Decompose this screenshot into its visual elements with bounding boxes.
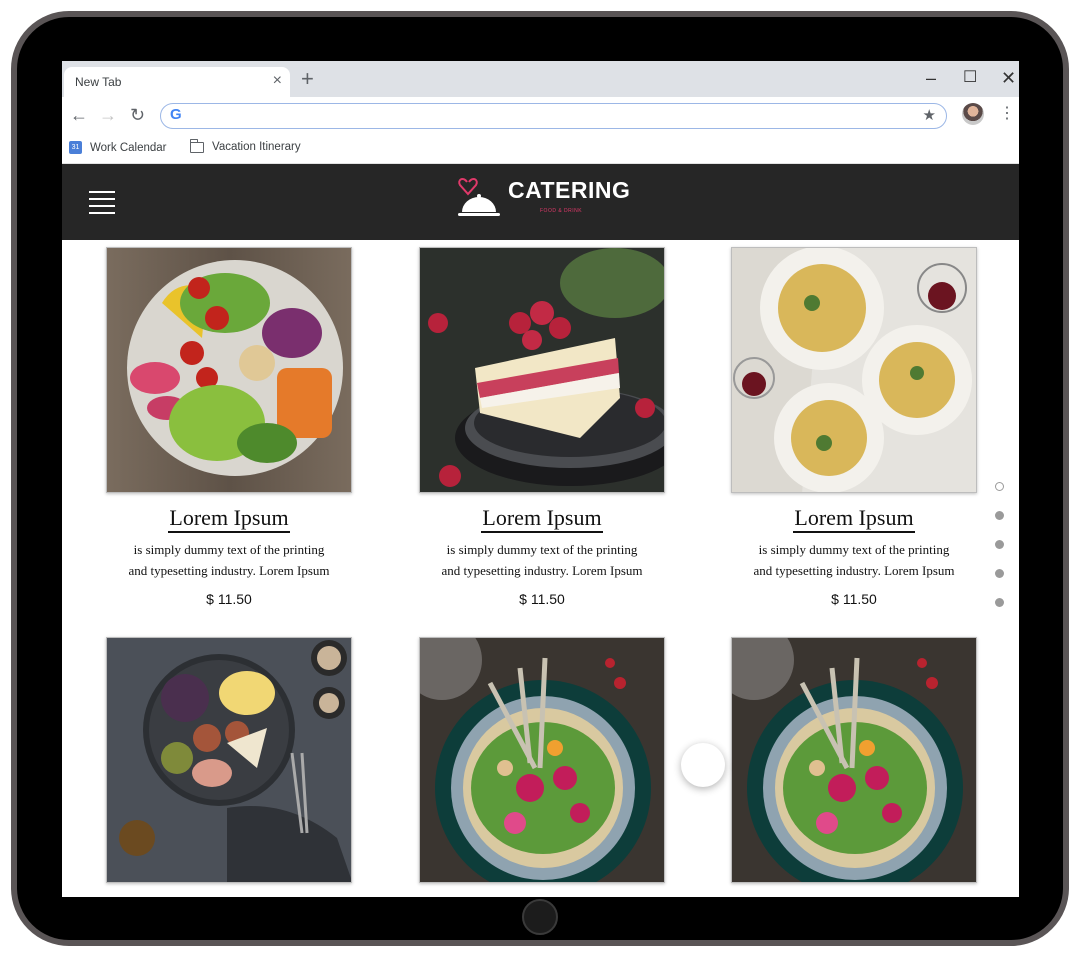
brand-tagline: FOOD & DRINK: [540, 208, 583, 214]
screen: New Tab × + – ☐ ✕ ← → ↻ G ★ ⋮ 31 Work Ca…: [62, 61, 1019, 897]
hamburger-menu-icon[interactable]: [89, 191, 115, 214]
bookmark-label: Vacation Itinerary: [212, 141, 301, 153]
maximize-button[interactable]: ☐: [963, 67, 977, 89]
bookmarks-bar: 31 Work Calendar Vacation Itinerary: [62, 135, 1019, 164]
site-header: CATERING FOOD & DRINK: [62, 164, 1019, 240]
product-card[interactable]: [731, 637, 977, 883]
reload-button[interactable]: ↻: [130, 105, 145, 125]
product-price: $ 11.50: [206, 591, 252, 607]
calendar-icon: 31: [69, 141, 82, 154]
back-button[interactable]: ←: [70, 105, 88, 125]
pagination-dot[interactable]: [995, 482, 1004, 491]
pagination-dot[interactable]: [995, 569, 1004, 578]
product-description: is simply dummy text of the printing and …: [753, 542, 955, 578]
product-title[interactable]: Lorem Ipsum: [731, 505, 977, 533]
pagination-dot[interactable]: [995, 540, 1004, 549]
hummus-bowl-image[interactable]: [419, 637, 665, 883]
folder-icon: [189, 138, 204, 153]
tab-close-icon[interactable]: ×: [273, 72, 282, 90]
product-card[interactable]: Lorem Ipsum is simply dummy text of the …: [419, 247, 665, 607]
product-title[interactable]: Lorem Ipsum: [106, 505, 352, 533]
floating-action-button[interactable]: [681, 743, 725, 787]
pagination-dot[interactable]: [995, 598, 1004, 607]
raspberry-cake-image[interactable]: [419, 247, 665, 493]
product-card[interactable]: [419, 637, 665, 883]
close-window-button[interactable]: ✕: [1001, 67, 1016, 89]
product-description: is simply dummy text of the printing and …: [441, 542, 643, 578]
product-price: $ 11.50: [831, 591, 877, 607]
tab-strip: New Tab × + – ☐ ✕: [62, 61, 1019, 97]
browser-menu-icon[interactable]: ⋮: [999, 104, 1015, 124]
profile-avatar[interactable]: [962, 103, 984, 125]
cloche-logo-icon: [458, 178, 500, 216]
product-title[interactable]: Lorem Ipsum: [419, 505, 665, 533]
product-description: is simply dummy text of the printing and …: [128, 542, 330, 578]
minimize-button[interactable]: –: [926, 67, 936, 89]
new-tab-button[interactable]: +: [301, 67, 314, 91]
product-card[interactable]: Lorem Ipsum is simply dummy text of the …: [106, 247, 352, 607]
google-icon: G: [170, 106, 182, 123]
product-price: $ 11.50: [519, 591, 565, 607]
tab-title: New Tab: [75, 75, 122, 89]
bookmark-label: Work Calendar: [90, 141, 167, 154]
cheese-fruit-platter-image[interactable]: [106, 637, 352, 883]
pasta-plates-image[interactable]: [731, 247, 977, 493]
pagination-dots: [995, 482, 1004, 627]
product-card[interactable]: Lorem Ipsum is simply dummy text of the …: [731, 247, 977, 607]
product-card[interactable]: [106, 637, 352, 883]
browser-tab[interactable]: New Tab ×: [64, 67, 290, 97]
bookmark-vacation-itinerary[interactable]: Vacation Itinerary: [189, 138, 301, 153]
brand-name: CATERING: [508, 177, 631, 203]
home-button[interactable]: [522, 899, 558, 935]
pagination-dot[interactable]: [995, 511, 1004, 520]
hummus-bowl-image[interactable]: [731, 637, 977, 883]
bookmark-star-icon[interactable]: ★: [923, 106, 936, 124]
browser-toolbar: ← → ↻ G ★ ⋮: [62, 97, 1019, 135]
forward-button[interactable]: →: [99, 105, 117, 125]
salad-bowl-image[interactable]: [106, 247, 352, 493]
bookmark-work-calendar[interactable]: 31 Work Calendar: [69, 141, 167, 154]
address-bar[interactable]: G ★: [160, 103, 947, 129]
